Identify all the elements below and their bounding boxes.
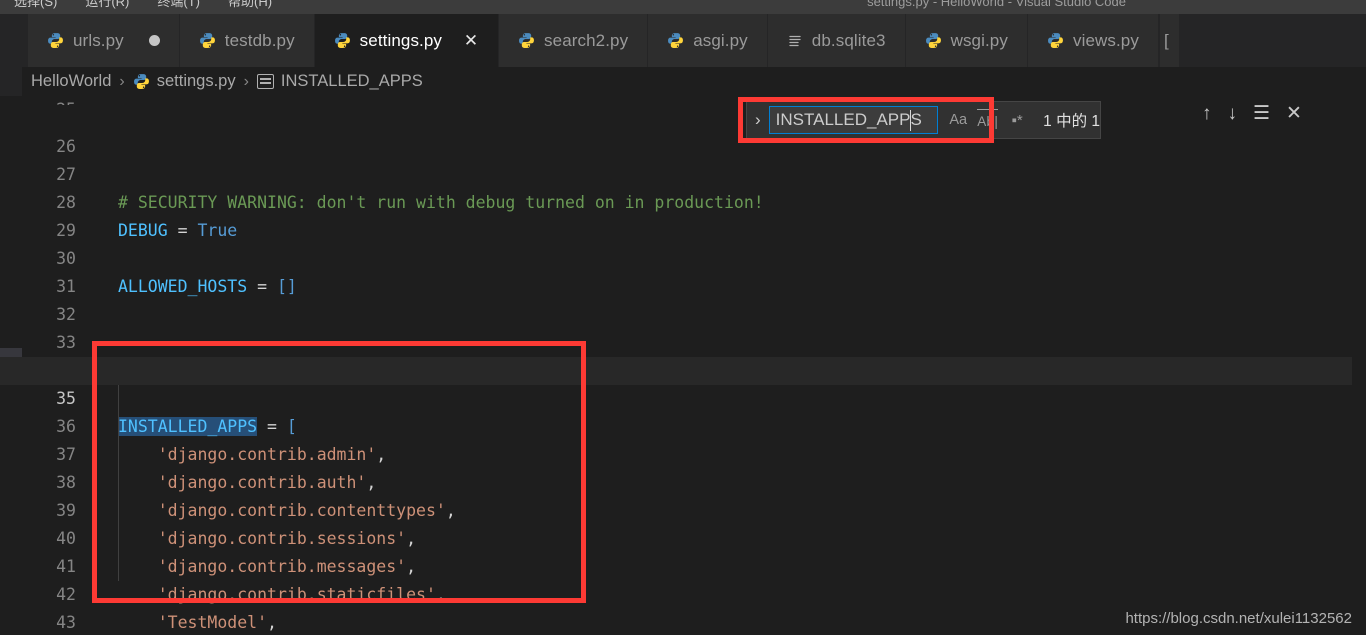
find-options: Aa Ab| ▪* xyxy=(938,109,1037,131)
code-line[interactable]: 40 'django.contrib.messages', xyxy=(0,497,1366,576)
code-line[interactable]: 42 'TestModel', xyxy=(0,553,1366,632)
code-line[interactable]: 26 xyxy=(0,105,1366,156)
watermark-url: https://blog.csdn.net/xulei1132562 xyxy=(1125,610,1352,627)
tab-views-py[interactable]: views.py xyxy=(1027,14,1159,67)
tab-label: asgi.py xyxy=(693,30,748,50)
breadcrumb-label: INSTALLED_APPS xyxy=(280,72,423,90)
python-icon xyxy=(1048,33,1063,48)
find-input[interactable] xyxy=(775,107,932,133)
menu-item-help[interactable]: 帮助(H) xyxy=(214,0,286,8)
tab-search2-py[interactable]: search2.py xyxy=(499,14,649,67)
editor-tab-bar: urls.py testdb.py settings.py ✕ search2.… xyxy=(0,14,1366,67)
python-icon xyxy=(925,33,941,48)
chevron-right-icon[interactable]: › xyxy=(747,102,769,138)
indent-guide xyxy=(118,385,119,581)
python-icon xyxy=(48,33,63,48)
vscode-window: 选择(S) 运行(R) 终端(T) 帮助(H) settings.py - He… xyxy=(0,0,1366,635)
find-in-selection-button[interactable]: ☰ xyxy=(1253,104,1270,123)
tab-label: wsgi.py xyxy=(950,30,1008,50)
code-line[interactable]: 36 'django.contrib.admin', xyxy=(0,385,1366,464)
find-action-buttons: ↑ ↓ ☰ ✕ xyxy=(1202,104,1302,123)
breadcrumb-label: settings.py xyxy=(156,72,236,90)
use-regex-icon[interactable]: ▪* xyxy=(1007,109,1027,131)
code-line[interactable]: 39 'django.contrib.sessions', xyxy=(0,469,1366,548)
match-whole-word-icon[interactable]: Ab| xyxy=(977,109,999,131)
code-line[interactable]: 31 xyxy=(0,245,1366,296)
breadcrumb-item-file[interactable]: settings.py xyxy=(133,72,236,91)
tab-overflow-clipped[interactable]: [ xyxy=(1158,14,1179,67)
text-caret xyxy=(909,110,912,131)
window-title: settings.py - HelloWorld - Visual Studio… xyxy=(867,0,1126,9)
code-line[interactable]: 29 xyxy=(0,189,1366,240)
tab-urls-py[interactable]: urls.py xyxy=(28,14,180,67)
tab-label: settings.py xyxy=(359,30,443,50)
code-line-active[interactable]: 35 INSTALLED_APPS = [ xyxy=(0,357,1366,436)
code-line[interactable]: 32 xyxy=(0,273,1366,324)
code-line[interactable]: 38 'django.contrib.contenttypes', xyxy=(0,441,1366,520)
python-icon xyxy=(668,33,684,48)
tab-db-sqlite3[interactable]: db.sqlite3 xyxy=(767,14,906,67)
tab-wsgi-py[interactable]: wsgi.py xyxy=(905,14,1028,67)
breadcrumb-item-symbol[interactable]: INSTALLED_APPS xyxy=(256,72,423,91)
tab-label: search2.py xyxy=(544,30,629,50)
breadcrumb-label: HelloWorld xyxy=(31,72,112,90)
tab-settings-py[interactable]: settings.py ✕ xyxy=(314,14,500,67)
menu-item-run[interactable]: 运行(R) xyxy=(71,0,143,8)
menu-item-select[interactable]: 选择(S) xyxy=(0,0,71,8)
breadcrumb-separator-icon: › xyxy=(119,72,125,90)
tab-testdb-py[interactable]: testdb.py xyxy=(179,14,315,67)
code-line[interactable]: 41 'django.contrib.staticfiles', xyxy=(0,525,1366,604)
code-line[interactable]: 37 'django.contrib.auth', xyxy=(0,413,1366,492)
close-find-button[interactable]: ✕ xyxy=(1286,104,1302,123)
code-line[interactable]: 25 SECRET_KEY = 'jj/zmpr-hengxb(j5-+xkkc… xyxy=(0,96,1366,105)
tab-bar-left-gutter xyxy=(0,14,28,67)
code-line[interactable]: 33 # Application definition xyxy=(0,301,1366,380)
breadcrumb-separator-icon: › xyxy=(243,72,249,90)
code-line[interactable]: 28 DEBUG = True xyxy=(0,161,1366,240)
next-match-button[interactable]: ↓ xyxy=(1228,104,1238,123)
code-line[interactable]: 43 ] xyxy=(0,581,1366,632)
python-icon xyxy=(199,33,215,48)
find-widget[interactable]: › Aa Ab| ▪* 1 中的 1 xyxy=(746,101,1101,139)
tab-asgi-py[interactable]: asgi.py xyxy=(648,14,768,67)
match-case-icon[interactable]: Aa xyxy=(948,109,968,131)
code-line[interactable]: 27 # SECURITY WARNING: don't run with de… xyxy=(0,133,1366,212)
tab-label: db.sqlite3 xyxy=(811,30,886,50)
breadcrumb-item-project[interactable]: HelloWorld xyxy=(31,72,111,91)
previous-match-button[interactable]: ↑ xyxy=(1202,104,1212,123)
find-input-wrapper[interactable] xyxy=(768,106,939,134)
code-line[interactable]: 30 ALLOWED_HOSTS = [] xyxy=(0,217,1366,296)
editor-scrollbar[interactable] xyxy=(1352,96,1366,635)
code-editor[interactable]: 25 SECRET_KEY = 'jj/zmpr-hengxb(j5-+xkkc… xyxy=(0,96,1366,635)
python-icon xyxy=(133,74,149,89)
python-icon xyxy=(519,33,534,48)
menu-item-terminal[interactable]: 终端(T) xyxy=(143,0,214,8)
python-icon xyxy=(334,33,350,48)
unsaved-indicator-icon[interactable] xyxy=(148,35,160,46)
database-icon xyxy=(789,35,801,46)
tab-label: urls.py xyxy=(73,30,124,50)
menu-bar: 选择(S) 运行(R) 终端(T) 帮助(H) settings.py - He… xyxy=(0,0,1366,14)
symbol-variable-icon xyxy=(256,74,274,89)
close-icon[interactable]: ✕ xyxy=(463,32,479,49)
find-match-count: 1 中的 1 xyxy=(1043,113,1100,130)
code-lines: 25 SECRET_KEY = 'jj/zmpr-hengxb(j5-+xkkc… xyxy=(0,96,1366,635)
tab-label: views.py xyxy=(1072,30,1139,50)
breadcrumb: HelloWorld › settings.py › INSTALLED_APP… xyxy=(0,67,1366,96)
tab-label: testdb.py xyxy=(224,30,295,50)
breadcrumb-left-gutter xyxy=(0,67,22,96)
code-line[interactable]: 34 xyxy=(0,329,1366,380)
